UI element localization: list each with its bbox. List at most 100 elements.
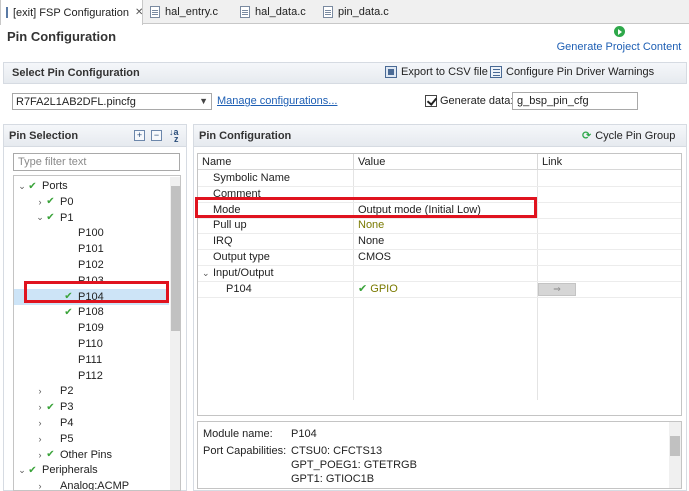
- tab-fsp-configuration[interactable]: [exit] FSP Configuration ✕: [0, 0, 143, 25]
- tree-item[interactable]: ✔ P108: [14, 304, 169, 320]
- checkmark-icon: ✔: [28, 180, 37, 192]
- c-file-icon: [323, 6, 333, 18]
- tree-item[interactable]: › ✔ P0: [14, 194, 169, 210]
- generate-data-checkbox[interactable]: [425, 95, 437, 107]
- checkmark-icon: ✔: [46, 196, 55, 208]
- tree-item[interactable]: ⌄ ✔ Peripherals: [14, 462, 169, 478]
- config-select-value: R7FA2L1AB2DFL.pincfg: [16, 95, 136, 108]
- row-value-text: GPIO: [370, 282, 398, 295]
- column-header-value[interactable]: Value: [354, 154, 538, 170]
- manage-configurations-link[interactable]: Manage configurations...: [217, 95, 337, 107]
- filter-placeholder: Type filter text: [18, 156, 87, 168]
- pin-selection-header: Pin Selection + − ↓a z: [4, 125, 186, 147]
- tree-item[interactable]: › P4: [14, 415, 169, 431]
- tab-pin-data[interactable]: pin_data.c: [318, 0, 398, 24]
- generate-project-content-link[interactable]: Generate Project Content: [555, 41, 683, 53]
- expand-arrow-icon[interactable]: ⌄: [202, 266, 210, 282]
- checkmark-icon: ✔: [46, 401, 55, 413]
- page-title: Pin Configuration: [7, 29, 117, 44]
- row-value[interactable]: CMOS: [358, 250, 391, 266]
- tree-item[interactable]: P101: [14, 241, 169, 257]
- export-icon: [385, 66, 397, 78]
- configure-warnings-button[interactable]: Configure Pin Driver Warnings: [490, 66, 654, 78]
- checkmark-icon: ✔: [46, 449, 55, 461]
- pin-configuration-select[interactable]: R7FA2L1AB2DFL.pincfg ▼: [12, 93, 212, 110]
- tree-item[interactable]: P112: [14, 368, 169, 384]
- generate-data-value: g_bsp_pin_cfg: [517, 95, 589, 107]
- table-row[interactable]: IRQ None: [198, 234, 681, 251]
- pin-config-table: Name Value Link Symbolic Name Comment Mode…: [197, 153, 682, 416]
- info-scrollbar-thumb[interactable]: [670, 436, 680, 456]
- tree-item[interactable]: P111: [14, 352, 169, 368]
- collapse-arrow-icon[interactable]: ›: [35, 386, 45, 396]
- tree-item[interactable]: P110: [14, 336, 169, 352]
- table-row[interactable]: ⌄ Input/Output: [198, 266, 681, 282]
- tree-item[interactable]: ⌄ ✔ P1: [14, 210, 169, 226]
- checkmark-icon: ✔: [358, 282, 371, 295]
- tree-item[interactable]: P109: [14, 320, 169, 336]
- run-generate-icon[interactable]: [613, 26, 625, 37]
- expand-all-icon[interactable]: +: [134, 130, 145, 141]
- c-file-icon: [150, 6, 160, 18]
- collapse-arrow-icon[interactable]: ›: [35, 402, 45, 412]
- panel-title: Pin Configuration: [199, 130, 292, 142]
- collapse-arrow-icon[interactable]: ›: [35, 197, 45, 207]
- tab-label: [exit] FSP Configuration: [13, 6, 129, 19]
- collapse-arrow-icon[interactable]: ›: [35, 481, 45, 490]
- tab-hal-entry[interactable]: hal_entry.c: [145, 0, 233, 24]
- row-value[interactable]: None: [358, 234, 384, 250]
- collapse-all-icon[interactable]: −: [151, 130, 162, 141]
- generate-data-label: Generate data:: [440, 95, 514, 107]
- tab-hal-data[interactable]: hal_data.c: [235, 0, 315, 24]
- table-row[interactable]: P104 ✔ GPIO ⇒: [198, 282, 681, 298]
- tree-scrollbar-thumb[interactable]: [171, 186, 180, 331]
- table-row[interactable]: Pull up None: [198, 218, 681, 235]
- column-header-link[interactable]: Link: [538, 154, 681, 170]
- tree-item-label: P102: [78, 259, 104, 271]
- link-arrow-button[interactable]: ⇒: [538, 282, 576, 296]
- tree-item[interactable]: › ✔ Other Pins: [14, 447, 169, 463]
- tree-item-label: P108: [78, 306, 104, 319]
- tree-item[interactable]: P100: [14, 225, 169, 241]
- collapse-arrow-icon[interactable]: ›: [35, 450, 45, 460]
- tree-item[interactable]: › ✔ P3: [14, 399, 169, 415]
- tree-item[interactable]: › P5: [14, 431, 169, 447]
- cycle-pin-group-label: Cycle Pin Group: [595, 129, 676, 142]
- tree-item-label: Other Pins: [60, 448, 112, 461]
- tree-item[interactable]: › Analog:ACMP: [14, 478, 169, 491]
- tree-item-label: P4: [60, 417, 74, 429]
- pin-info-box: Module name: P104 Port Capabilities: CTS…: [197, 421, 682, 489]
- tree-item[interactable]: P102: [14, 257, 169, 273]
- cycle-pin-group-button[interactable]: ⟳ Cycle Pin Group: [582, 129, 676, 143]
- cycle-icon: ⟳: [582, 130, 592, 142]
- collapse-arrow-icon[interactable]: ›: [35, 434, 45, 444]
- port-capabilities-label: Port Capabilities:: [203, 445, 287, 457]
- column-header-name[interactable]: Name: [198, 154, 354, 170]
- capability-line: GPT1: GTIOC1B: [291, 473, 375, 485]
- chevron-down-icon[interactable]: ▼: [199, 96, 208, 106]
- generate-data-input[interactable]: g_bsp_pin_cfg: [512, 92, 638, 110]
- expand-arrow-icon[interactable]: ⌄: [17, 465, 27, 476]
- generate-project-content-button[interactable]: Generate Project Content: [555, 25, 683, 53]
- tab-label: hal_entry.c: [165, 6, 218, 18]
- row-value[interactable]: None: [358, 218, 384, 234]
- tree-item[interactable]: › P2: [14, 383, 169, 399]
- tree-item-label: P0: [60, 195, 74, 208]
- table-row[interactable]: Symbolic Name: [198, 171, 681, 187]
- expand-arrow-icon[interactable]: ⌄: [17, 181, 27, 192]
- filter-input[interactable]: Type filter text: [13, 153, 180, 171]
- close-tab-icon[interactable]: ✕: [135, 7, 143, 18]
- collapse-arrow-icon[interactable]: ›: [35, 418, 45, 428]
- expand-arrow-icon[interactable]: ⌄: [35, 212, 45, 223]
- tree-item[interactable]: ⌄ ✔ Ports: [14, 178, 169, 194]
- export-csv-button[interactable]: Export to CSV file: [385, 66, 488, 78]
- table-row[interactable]: Output type CMOS: [198, 250, 681, 266]
- tree-item-label: Analog:ACMP: [60, 480, 130, 491]
- highlight-box-p104: [24, 281, 169, 303]
- pin-selection-panel: Pin Selection + − ↓a z Type filter text …: [3, 124, 187, 491]
- row-value[interactable]: ✔ GPIO: [358, 282, 398, 298]
- tree-item-label: P3: [60, 401, 74, 414]
- sort-az-icon[interactable]: ↓a z: [169, 128, 179, 144]
- tree-item-label: P110: [78, 338, 103, 350]
- section-title: Select Pin Configuration: [12, 67, 140, 79]
